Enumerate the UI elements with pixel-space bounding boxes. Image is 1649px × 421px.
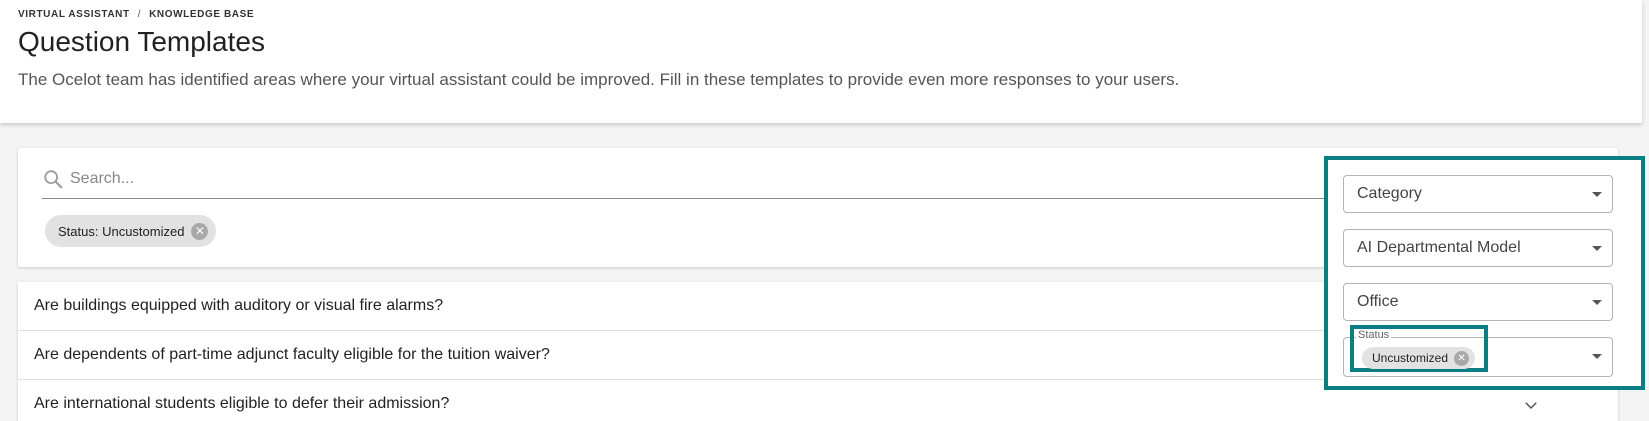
office-select-value: Office <box>1357 293 1399 310</box>
status-select[interactable]: Status Uncustomized ✕ <box>1343 325 1613 377</box>
close-circle-icon[interactable]: ✕ <box>191 222 209 240</box>
dropdown-arrow-icon <box>1592 246 1602 251</box>
ai-model-select[interactable]: AI Departmental Model <box>1343 229 1613 267</box>
page-description: The Ocelot team has identified areas whe… <box>18 70 1180 89</box>
search-icon <box>44 170 63 189</box>
page-header: VIRTUAL ASSISTANT / KNOWLEDGE BASE Quest… <box>0 0 1642 123</box>
breadcrumb-virtual-assistant[interactable]: VIRTUAL ASSISTANT <box>18 9 130 20</box>
status-selected-chip-label: Uncustomized <box>1372 351 1449 365</box>
status-filter-chip-label: Status: Uncustomized <box>58 223 185 239</box>
chevron-down-icon[interactable] <box>1522 396 1540 414</box>
breadcrumb: VIRTUAL ASSISTANT / KNOWLEDGE BASE <box>18 9 254 20</box>
dropdown-arrow-icon <box>1592 354 1602 359</box>
ai-model-select-value: AI Departmental Model <box>1357 239 1521 256</box>
close-circle-icon[interactable]: ✕ <box>1454 350 1470 366</box>
category-select-value: Category <box>1357 185 1422 202</box>
breadcrumb-knowledge-base[interactable]: KNOWLEDGE BASE <box>149 9 254 20</box>
search-underline <box>42 198 1372 199</box>
question-text: Are international students eligible to d… <box>34 395 450 412</box>
dropdown-arrow-icon <box>1592 192 1602 197</box>
page-title: Question Templates <box>18 26 265 57</box>
question-text: Are buildings equipped with auditory or … <box>34 297 444 314</box>
dropdown-arrow-icon <box>1592 300 1602 305</box>
filter-panel-highlight: Category AI Departmental Model Office St… <box>1324 156 1645 390</box>
status-filter-chip: Status: Uncustomized ✕ <box>45 215 217 247</box>
office-select[interactable]: Office <box>1343 283 1613 321</box>
search-input[interactable] <box>70 161 1360 197</box>
breadcrumb-separator: / <box>137 9 142 20</box>
status-selected-chip: Uncustomized ✕ <box>1362 347 1476 369</box>
question-text: Are dependents of part-time adjunct facu… <box>34 346 550 363</box>
category-select[interactable]: Category <box>1343 175 1613 213</box>
